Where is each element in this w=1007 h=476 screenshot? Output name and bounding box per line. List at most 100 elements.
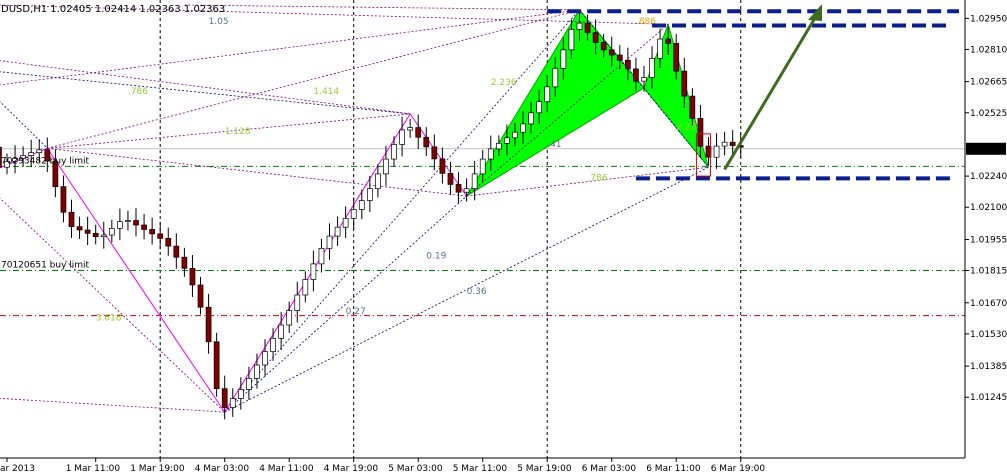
candle-body: [487, 148, 494, 160]
candle-body: [294, 294, 301, 311]
fib-label: 3.618: [96, 314, 122, 324]
x-tick-label: 1 Mar 11:00: [66, 464, 121, 474]
candle-body: [229, 398, 236, 408]
y-tick-label: 1.01815: [970, 267, 1007, 277]
candle-body: [689, 95, 696, 119]
candle-body: [391, 144, 397, 160]
candle-body: [366, 188, 373, 201]
candle-body: [568, 29, 575, 51]
candle-body: [302, 279, 309, 296]
candle-body: [407, 127, 413, 131]
x-tick-label: 4 Mar 19:00: [324, 464, 379, 474]
candle-body: [536, 101, 543, 114]
candle-body: [310, 263, 317, 280]
candle-body: [270, 337, 276, 353]
fib-label: 2.236: [491, 78, 517, 88]
candle-body: [133, 220, 139, 226]
candle-body: [697, 117, 704, 147]
candle-body: [157, 233, 164, 239]
y-tick-label: 1.01530: [970, 330, 1007, 340]
candle-body: [28, 152, 35, 156]
candle-body: [479, 158, 486, 175]
candle-body: [512, 131, 518, 139]
candle-body: [60, 186, 67, 213]
candle-body: [334, 226, 341, 237]
fib-label: .41: [547, 140, 561, 150]
candle-body: [100, 234, 107, 238]
candle-body: [520, 123, 526, 133]
fib-label: 1.05: [209, 17, 229, 27]
candle-body: [181, 256, 188, 269]
candle-body: [286, 310, 293, 326]
candle-body: [342, 217, 349, 228]
x-tick-label: 6 Mar 19:00: [711, 464, 766, 474]
candle-body: [657, 38, 663, 59]
candle-body: [84, 229, 91, 234]
x-tick-label: 4 Mar 11:00: [259, 464, 314, 474]
candle-body: [237, 389, 244, 399]
candle-body: [439, 158, 446, 174]
candle-body: [254, 364, 260, 379]
x-tick-label: 5 Mar 19:00: [517, 464, 572, 474]
candle-body: [68, 211, 75, 228]
candle-body: [383, 158, 389, 175]
candle-body: [165, 237, 172, 247]
candle-body: [649, 57, 655, 78]
candle-body: [665, 38, 672, 44]
y-tick-label: 1.02525: [970, 109, 1007, 119]
candle-body: [455, 184, 462, 193]
y-tick-label: 1.02240: [970, 172, 1007, 182]
candle-body: [399, 129, 405, 145]
candle-body: [504, 137, 510, 144]
y-tick-label: 1.01385: [970, 362, 1007, 372]
candle-body: [278, 324, 284, 339]
candle-body: [350, 209, 357, 219]
chart-title: DUSD,H1 1.02405 1.02414 1.02363 1.02363: [1, 4, 225, 15]
candle-body: [205, 306, 212, 343]
candle-body: [673, 42, 680, 72]
candle-body: [560, 49, 567, 69]
candle-body: [358, 200, 365, 210]
candle-body: [92, 232, 99, 238]
candle-body: [584, 22, 591, 34]
fib-label: .786: [128, 87, 148, 97]
current-price-label: 1.02363: [969, 145, 1006, 155]
x-tick-label: 5 Mar 03:00: [388, 464, 443, 474]
candle-body: [713, 145, 720, 158]
candle-body: [495, 142, 502, 150]
candle-body: [681, 70, 688, 97]
candle-body: [528, 112, 534, 125]
candle-body: [616, 54, 623, 61]
candle-body: [600, 42, 607, 51]
x-tick-label: 4 Mar 03:00: [195, 464, 250, 474]
candle-body: [463, 188, 470, 193]
candle-body: [108, 227, 115, 236]
y-tick-label: 1.02950: [970, 14, 1007, 24]
candle-body: [641, 77, 647, 82]
fib-label: 0.27: [346, 307, 366, 317]
candle-body: [326, 235, 333, 249]
x-tick-label: 6 Mar 11:00: [646, 464, 701, 474]
fib-label: 1.128: [225, 127, 251, 137]
x-tick-label: ar 2013: [0, 464, 35, 474]
candle-body: [173, 245, 180, 258]
candle-body: [592, 32, 599, 43]
candle-body: [221, 388, 228, 408]
candle-body: [721, 141, 728, 147]
candle-body: [608, 49, 615, 56]
fib-label: 0.19: [426, 251, 446, 261]
candle-body: [318, 247, 325, 265]
x-tick-label: 5 Mar 11:00: [453, 464, 508, 474]
candle-body: [415, 127, 422, 138]
candle-body: [149, 229, 155, 235]
candle-body: [552, 67, 559, 88]
fib-label: 1.414: [313, 87, 339, 97]
candle-body: [213, 341, 220, 390]
order-label: 70120651 buy limit: [1, 261, 90, 271]
y-tick-label: 1.01670: [970, 299, 1007, 309]
y-tick-label: 1.01955: [970, 235, 1007, 245]
price-chart[interactable]: 1.05.786 1.4141.1282.236.8862.236.41.7860…: [0, 0, 1007, 476]
x-tick-label: 1 Mar 19:00: [130, 464, 185, 474]
fib-label: .786: [588, 174, 608, 184]
candle-body: [262, 351, 268, 366]
